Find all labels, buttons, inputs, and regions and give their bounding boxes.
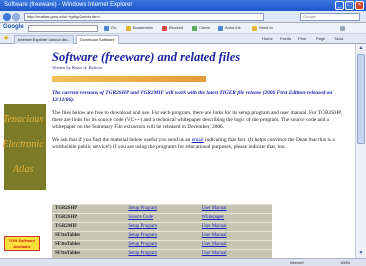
file-link[interactable]: Source Code: [125, 214, 198, 222]
file-link[interactable]: Setup Program: [125, 205, 198, 213]
table-row: SF1toTables Setup Program User Manual: [52, 231, 272, 240]
toolbar-item-send-to[interactable]: Send to: [259, 25, 273, 30]
title-rule: [52, 76, 206, 82]
tab-error-page[interactable]: Internet Explorer cannot dis...: [14, 35, 75, 44]
toolbar-item-blocked[interactable]: Blocked: [169, 25, 183, 30]
scroll-up-icon[interactable]: ▲: [357, 44, 365, 52]
window-controls: _ □ ×: [335, 1, 364, 10]
software-badge[interactable]: TGR Software Available: [4, 236, 40, 251]
scrollbar-thumb[interactable]: [357, 54, 365, 144]
scroll-down-icon[interactable]: ▼: [357, 249, 365, 257]
feeds-tool[interactable]: Feeds: [280, 35, 291, 43]
autolink-icon[interactable]: [218, 26, 223, 31]
window-title: Software (freeware) - Windows Internet E…: [4, 2, 133, 8]
address-bar: http://mather.gmu.edu/~tgr/tgr2mbbr.html…: [0, 11, 366, 23]
page-tool[interactable]: Page: [316, 35, 325, 43]
email-paragraph-start: We ask that if you find the material bel…: [52, 137, 192, 143]
page-byline: Written by Bruce A. Ralston: [52, 65, 103, 70]
table-row: TGR2MIF Setup Program User Manual: [52, 222, 272, 231]
url-field[interactable]: http://mather.gmu.edu/~tgr/tgr2mbbr.html: [24, 13, 264, 21]
popup-blocker-icon[interactable]: [162, 26, 167, 31]
sidebar-word-tenacious: Tenacious: [2, 114, 44, 125]
status-bar: Internet 100%: [0, 258, 366, 266]
page-content: Tenacious Electronic Atlas TGR Software …: [0, 44, 355, 258]
intro-paragraph: The files below are free to download and…: [52, 110, 342, 130]
send-to-icon[interactable]: [252, 26, 257, 31]
security-zone: Internet: [290, 260, 304, 265]
table-row: SF3toTables Setup Program User Manual: [52, 240, 272, 249]
zoom-level[interactable]: 100%: [340, 259, 350, 266]
tab-download-software[interactable]: Download Software: [76, 35, 119, 44]
toolbar-item-bookmarks[interactable]: Bookmarks: [133, 25, 153, 30]
files-table: TGR2SHP Setup Program User Manual TGR2SHP So…: [52, 204, 272, 258]
file-name: TGR2SHP: [55, 206, 78, 211]
vertical-scrollbar[interactable]: ▲ ▼: [355, 44, 366, 258]
file-name: TGR2SHP: [55, 215, 78, 220]
file-name: SF1toTables: [55, 251, 81, 256]
file-link[interactable]: User Manual: [199, 205, 272, 213]
spellcheck-icon[interactable]: [192, 26, 197, 31]
home-tool[interactable]: Home: [262, 35, 273, 43]
main-column: Software (freeware) and related files Wr…: [52, 50, 350, 151]
email-paragraph: We ask that if you find the material bel…: [52, 137, 350, 151]
forward-button[interactable]: [12, 13, 20, 21]
google-search-input[interactable]: [28, 25, 98, 32]
file-link[interactable]: User Manual: [199, 250, 272, 258]
file-link[interactable]: Setup Program: [125, 223, 198, 231]
file-name: SF1toTables: [55, 233, 81, 238]
sidebar-word-atlas: Atlas: [12, 164, 34, 175]
file-name: TGR2MIF: [55, 224, 78, 229]
favorites-star-icon[interactable]: ★: [3, 35, 9, 43]
search-box[interactable]: Google: [300, 13, 360, 21]
release-notice: The current versions of TGR2SHP and TGR2…: [52, 90, 333, 103]
email-link[interactable]: email: [192, 137, 204, 143]
google-toolbar: Google Go Bookmarks Blocked Check AutoLi…: [0, 23, 366, 34]
page-title: Software (freeware) and related files: [52, 50, 241, 64]
toolbar-item-go[interactable]: Go: [111, 25, 116, 30]
go-icon[interactable]: [104, 26, 109, 31]
file-link[interactable]: Setup Program: [125, 232, 198, 240]
toolbar-item-autolink[interactable]: AutoLink: [225, 25, 241, 30]
file-link[interactable]: User Manual: [199, 223, 272, 231]
file-link[interactable]: User Manual: [199, 241, 272, 249]
back-button[interactable]: [3, 13, 11, 21]
close-button[interactable]: ×: [355, 1, 364, 10]
site-sidebar: Tenacious Electronic Atlas TGR Software …: [0, 44, 46, 258]
tools-tool[interactable]: Tools: [334, 35, 343, 43]
minimize-button[interactable]: _: [335, 1, 344, 10]
file-name: SF3toTables: [55, 242, 81, 247]
tab-bar: ★ Internet Explorer cannot dis... Downlo…: [0, 34, 366, 44]
table-row: TGR2SHP Setup Program User Manual: [52, 204, 272, 213]
window-titlebar: Software (freeware) - Windows Internet E…: [0, 0, 366, 11]
maximize-button[interactable]: □: [345, 1, 354, 10]
settings-icon[interactable]: [340, 26, 345, 31]
bookmark-star-icon[interactable]: [126, 26, 131, 31]
table-row: TGR2SHP Source Code Whitepaper: [52, 213, 272, 222]
file-link[interactable]: User Manual: [199, 232, 272, 240]
print-tool[interactable]: Print: [298, 35, 306, 43]
file-link[interactable]: Setup Program: [125, 250, 198, 258]
sidebar-word-electronic: Electronic: [2, 139, 44, 150]
toolbar-item-check[interactable]: Check: [199, 25, 210, 30]
file-link[interactable]: Setup Program: [125, 241, 198, 249]
table-row: SF1toTables Setup Program User Manual: [52, 249, 272, 258]
google-logo: Google: [3, 24, 24, 30]
file-link[interactable]: Whitepaper: [199, 214, 272, 222]
